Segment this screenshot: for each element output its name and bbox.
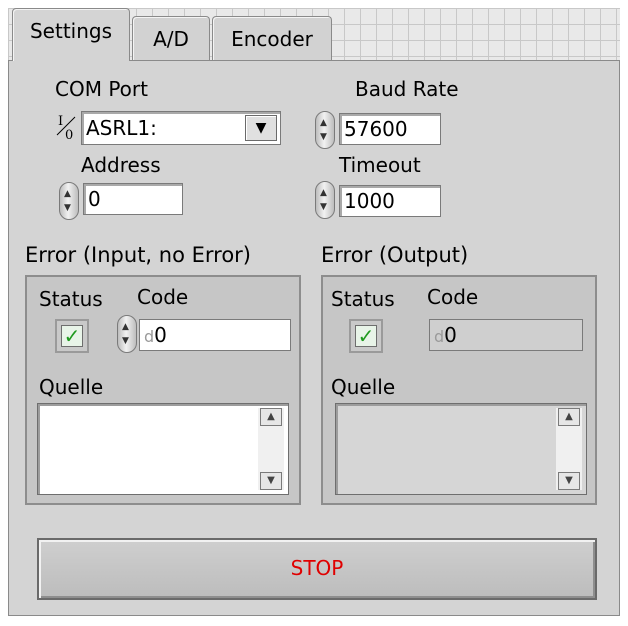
tab-strip: Settings A/D Encoder: [8, 8, 620, 61]
stop-button[interactable]: STOP: [37, 538, 597, 600]
error-out-cluster: Status Code ✓ d0 Quelle ▲ ▼: [321, 275, 597, 505]
error-in-code-prefix: d: [144, 327, 155, 346]
scroll-up-icon[interactable]: ▲: [260, 408, 282, 426]
checkmark-icon: ✓: [61, 325, 83, 347]
baud-rate-field[interactable]: 57600: [339, 113, 441, 145]
scroll-up-icon[interactable]: ▲: [558, 408, 580, 426]
scroll-down-icon[interactable]: ▼: [558, 472, 580, 490]
error-out-code-field: d0: [429, 319, 583, 351]
error-in-code-spin-arrows-icon[interactable]: ▲ ▼: [117, 315, 137, 353]
com-port-select[interactable]: ASRL1: ▼: [81, 111, 281, 145]
error-out-scrollbar[interactable]: ▲ ▼: [556, 408, 582, 490]
com-port-value: ASRL1:: [86, 116, 157, 140]
error-in-status-indicator: ✓: [55, 319, 89, 353]
error-out-source-box: ▲ ▼: [335, 403, 587, 495]
error-in-scrollbar[interactable]: ▲ ▼: [258, 408, 284, 490]
svg-text:0: 0: [65, 128, 73, 143]
error-in-cluster: Status Code ✓ ▲ ▼ d0 Quelle ▲ ▼: [25, 275, 301, 505]
timeout-label: Timeout: [339, 153, 421, 177]
error-in-title: Error (Input, no Error): [25, 243, 251, 267]
error-in-status-label: Status: [39, 287, 103, 311]
baud-rate-spin-arrows-icon[interactable]: ▲ ▼: [315, 111, 335, 149]
timeout-spin-arrows-icon[interactable]: ▲ ▼: [315, 181, 335, 219]
error-in-source-label: Quelle: [39, 375, 104, 399]
scroll-down-icon[interactable]: ▼: [260, 472, 282, 490]
error-out-title: Error (Output): [321, 243, 469, 267]
tab-encoder-label: Encoder: [231, 27, 313, 51]
timeout-field[interactable]: 1000: [339, 185, 441, 217]
address-field[interactable]: 0: [83, 183, 183, 215]
error-out-code-label: Code: [427, 285, 479, 309]
tab-ad[interactable]: A/D: [132, 16, 210, 61]
error-out-code-value: 0: [444, 323, 457, 347]
down-arrow-icon[interactable]: ▼: [245, 115, 277, 141]
error-in-code-field[interactable]: d0: [139, 319, 291, 351]
address-value: 0: [88, 187, 101, 211]
address-label: Address: [81, 153, 161, 177]
error-out-code-prefix: d: [434, 327, 445, 346]
address-spin-arrows-icon[interactable]: ▲ ▼: [59, 182, 79, 220]
svg-text:I: I: [58, 114, 63, 129]
error-in-code-label: Code: [137, 285, 189, 309]
error-out-source-label: Quelle: [331, 375, 396, 399]
timeout-value: 1000: [344, 189, 395, 213]
tab-ad-label: A/D: [153, 27, 189, 51]
error-in-code-value: 0: [154, 323, 167, 347]
error-in-source-box[interactable]: ▲ ▼: [37, 403, 289, 495]
settings-panel: COM Port I 0 ASRL1: ▼ Address ▲ ▼ 0 Baud …: [8, 60, 620, 616]
stop-button-label: STOP: [290, 556, 344, 580]
com-port-label: COM Port: [55, 77, 148, 101]
baud-rate-label: Baud Rate: [355, 77, 459, 101]
tab-encoder[interactable]: Encoder: [212, 16, 332, 61]
checkmark-icon: ✓: [355, 325, 377, 347]
baud-rate-value: 57600: [344, 117, 408, 141]
tab-settings[interactable]: Settings: [12, 8, 130, 61]
tab-settings-label: Settings: [29, 19, 113, 43]
error-out-status-indicator: ✓: [349, 319, 383, 353]
visa-io-icon: I 0: [55, 111, 79, 143]
error-out-status-label: Status: [331, 287, 395, 311]
